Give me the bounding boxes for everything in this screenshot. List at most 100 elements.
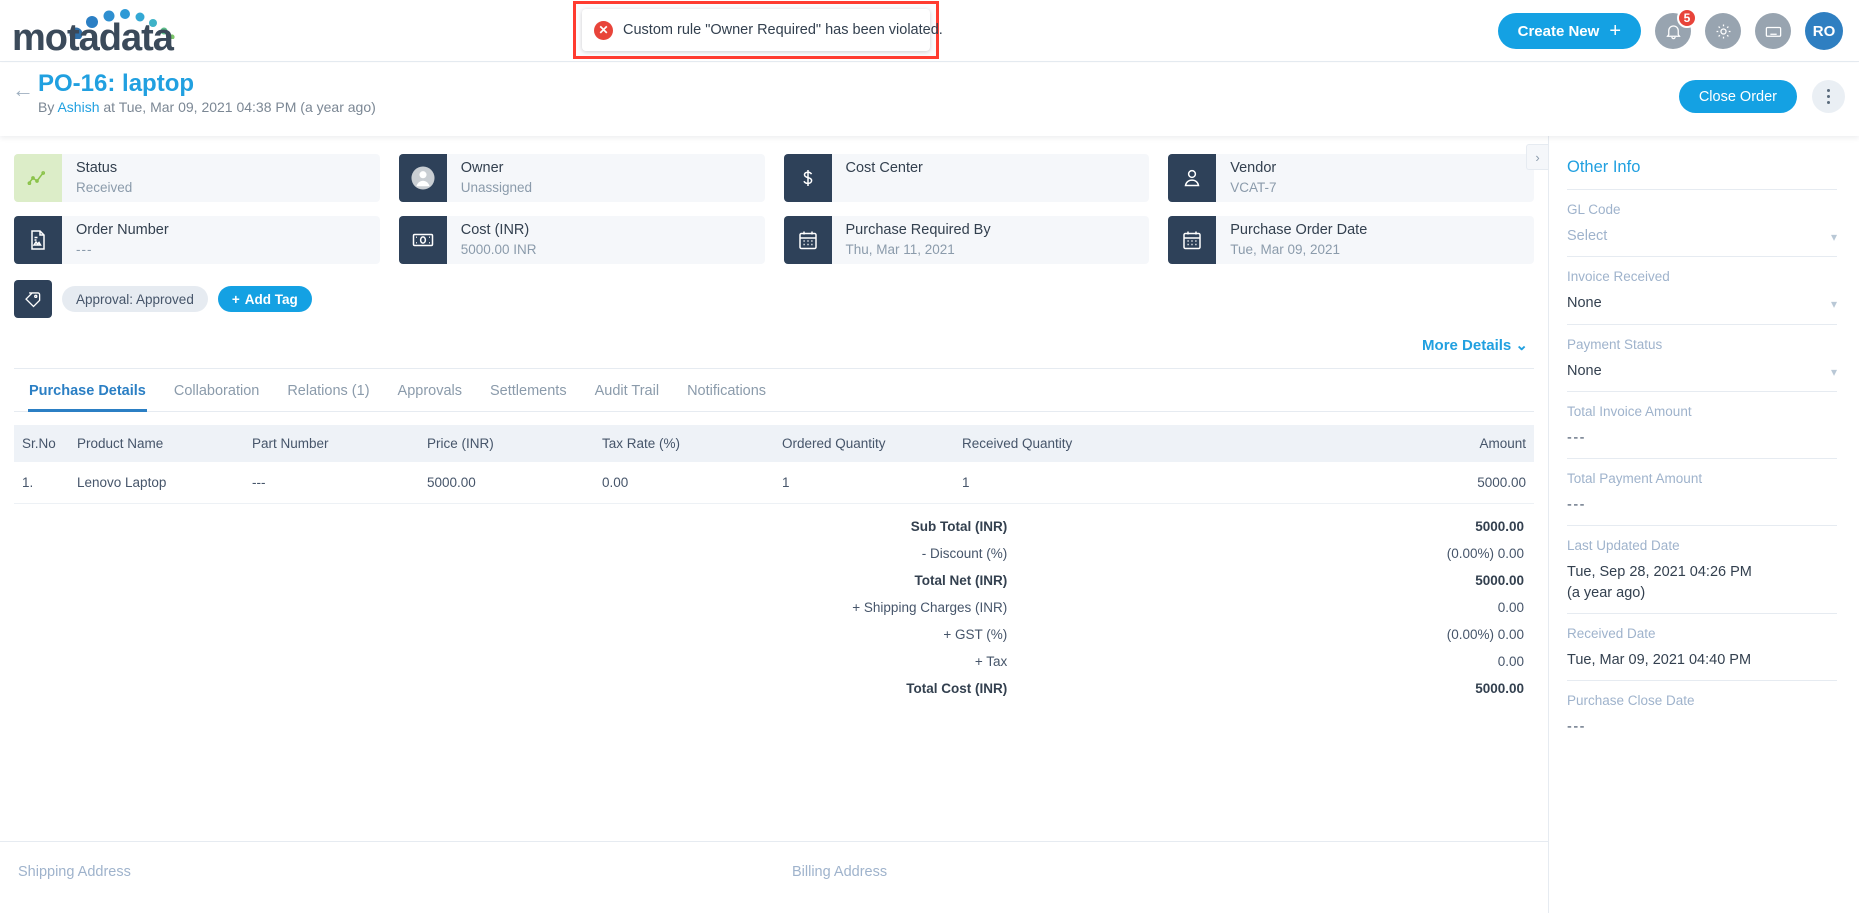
total-row-discount: - Discount (%) (0.00%) 0.00: [16, 541, 1532, 566]
chevron-down-icon: ▾: [1830, 230, 1837, 244]
page-title[interactable]: PO-16: laptop: [38, 70, 194, 98]
field-received-date: Received Date Tue, Mar 09, 2021 04:40 PM: [1567, 613, 1837, 680]
field-purchase-close-date-value: ---: [1567, 719, 1586, 736]
tab-notifications[interactable]: Notifications: [686, 369, 767, 412]
notifications-badge: 5: [1677, 8, 1697, 28]
purchase-order-page: motadata ✕ Custom rule "Owner Required" …: [0, 0, 1859, 913]
tag-chip-approval[interactable]: Approval: Approved: [62, 286, 208, 312]
back-arrow-icon[interactable]: ←: [12, 79, 34, 101]
total-label-discount: - Discount (%): [921, 546, 1008, 561]
kebab-dot: [1827, 95, 1830, 98]
keyboard-shortcuts-button[interactable]: [1755, 13, 1791, 49]
field-gl-code[interactable]: GL Code Select ▾: [1567, 189, 1837, 256]
total-value-discount: (0.00%) 0.00: [1446, 546, 1524, 561]
card-purchase-order-date-value: Tue, Mar 09, 2021: [1230, 241, 1341, 257]
card-vendor[interactable]: Vendor VCAT-7: [1168, 154, 1534, 202]
field-gl-code-value-row[interactable]: Select ▾: [1567, 226, 1837, 246]
card-status-value: Received: [76, 179, 133, 195]
field-gl-code-value: Select: [1567, 228, 1608, 244]
plus-icon: +: [231, 291, 240, 307]
create-new-button[interactable]: Create New +: [1497, 13, 1641, 49]
motadata-logo[interactable]: motadata: [10, 5, 260, 59]
money-note-icon: [398, 216, 447, 264]
total-row-total-cost: Total Cost (INR) 5000.00: [16, 676, 1532, 701]
field-invoice-received-value: None: [1567, 295, 1602, 312]
card-order-number[interactable]: Order Number ---: [14, 216, 380, 264]
page-subtitle-prefix: By: [38, 99, 58, 115]
user-avatar[interactable]: RO: [1805, 12, 1843, 50]
field-last-updated-date-value: Tue, Sep 28, 2021 04:26 PM (a year ago): [1567, 564, 1752, 601]
field-total-invoice-amount-label: Total Invoice Amount: [1567, 403, 1692, 419]
other-info-panel: Other Info GL Code Select ▾ Invoice Rece…: [1548, 136, 1859, 913]
top-bar-actions: Create New + 5 RO: [1497, 0, 1843, 62]
card-status[interactable]: Status Received: [14, 154, 380, 202]
line-items-table: Sr.No Product Name Part Number Price (IN…: [14, 425, 1534, 504]
violation-banner: ✕ Custom rule "Owner Required" has been …: [582, 9, 943, 51]
card-purchase-required-by[interactable]: Purchase Required By Thu, Mar 11, 2021: [783, 216, 1150, 264]
page-subtitle-user[interactable]: Ashish: [57, 99, 99, 115]
chevron-down-icon: ⌄: [1515, 337, 1528, 354]
total-value-gst: (0.00%) 0.00: [1446, 627, 1524, 642]
field-payment-status[interactable]: Payment Status None ▾: [1567, 323, 1837, 391]
other-info-title: Other Info: [1567, 158, 1641, 176]
col-received-quantity: Received Quantity: [954, 425, 1184, 462]
field-total-invoice-amount-value: ---: [1567, 429, 1586, 446]
total-label-shipping: + Shipping Charges (INR): [852, 600, 1008, 615]
card-owner[interactable]: Owner Unassigned: [398, 154, 765, 202]
tab-collaboration[interactable]: Collaboration: [173, 369, 260, 412]
tag-icon: [14, 280, 52, 318]
plus-icon: +: [1609, 20, 1621, 42]
notifications-button[interactable]: 5: [1655, 8, 1697, 49]
field-invoice-received-label: Invoice Received: [1567, 269, 1670, 285]
total-label-total-net: Total Net (INR): [914, 573, 1008, 588]
more-details-toggle[interactable]: More Details ⌄: [0, 336, 1528, 354]
create-new-label: Create New: [1517, 22, 1600, 40]
col-tax-rate: Tax Rate (%): [594, 425, 774, 462]
card-purchase-order-date[interactable]: Purchase Order Date Tue, Mar 09, 2021: [1168, 216, 1534, 264]
tab-relations[interactable]: Relations (1): [286, 369, 370, 412]
total-label-gst: + GST (%): [943, 627, 1008, 642]
violation-banner-highlight: ✕ Custom rule "Owner Required" has been …: [573, 1, 943, 59]
detail-tabs: Purchase Details Collaboration Relations…: [14, 369, 1534, 412]
info-cards-grid: Status Received Owner Unassigned Cost Ce…: [0, 136, 1548, 264]
close-order-button[interactable]: Close Order: [1678, 80, 1797, 113]
tab-purchase-details[interactable]: Purchase Details: [28, 369, 147, 412]
field-payment-status-value: None: [1567, 362, 1602, 379]
field-invoice-received[interactable]: Invoice Received None ▾: [1567, 256, 1837, 323]
card-purchase-order-date-label: Purchase Order Date: [1230, 222, 1368, 238]
card-owner-value: Unassigned: [460, 179, 533, 195]
total-label-sub-total: Sub Total (INR): [910, 519, 1008, 534]
violation-banner-message: Custom rule "Owner Required" has been vi…: [623, 22, 943, 38]
calendar-icon: [783, 216, 832, 264]
field-payment-status-label: Payment Status: [1567, 336, 1663, 352]
billing-address-block: Billing Address: [774, 864, 1548, 913]
card-cost-center[interactable]: Cost Center: [783, 154, 1150, 202]
col-price: Price (INR): [419, 425, 594, 462]
field-total-payment-amount-label: Total Payment Amount: [1567, 471, 1703, 487]
field-last-updated-date-label: Last Updated Date: [1567, 538, 1680, 554]
page-subtitle: By Ashish at Tue, Mar 09, 2021 04:38 PM …: [38, 99, 376, 115]
tab-settlements[interactable]: Settlements: [489, 369, 568, 412]
card-cost[interactable]: Cost (INR) 5000.00 INR: [398, 216, 765, 264]
gear-icon: [1716, 24, 1730, 38]
add-tag-button[interactable]: + Add Tag: [217, 286, 312, 312]
field-received-date-value: Tue, Mar 09, 2021 04:40 PM: [1567, 652, 1752, 669]
card-vendor-label: Vendor: [1230, 160, 1277, 176]
tab-approvals[interactable]: Approvals: [397, 369, 463, 412]
total-value-total-cost: 5000.00: [1475, 681, 1524, 696]
total-row-total-net: Total Net (INR) 5000.00: [16, 568, 1532, 593]
card-status-label: Status: [76, 160, 118, 176]
panel-collapse-toggle[interactable]: ›: [1526, 144, 1548, 170]
col-amount: Amount: [1184, 425, 1534, 462]
col-part-number: Part Number: [244, 425, 419, 462]
tab-audit-trail[interactable]: Audit Trail: [594, 369, 660, 412]
field-invoice-received-value-row[interactable]: None ▾: [1567, 293, 1837, 313]
total-value-tax: 0.00: [1497, 654, 1524, 669]
settings-button[interactable]: [1705, 13, 1741, 49]
field-payment-status-value-row[interactable]: None ▾: [1567, 361, 1837, 381]
table-header: Sr.No Product Name Part Number Price (IN…: [14, 425, 1534, 462]
table-row[interactable]: 1. Lenovo Laptop --- 5000.00 0.00 1 1 50…: [14, 462, 1534, 504]
field-purchase-close-date-label: Purchase Close Date: [1567, 693, 1695, 709]
table-header-row: Sr.No Product Name Part Number Price (IN…: [14, 425, 1534, 462]
more-vertical-icon[interactable]: [1812, 80, 1845, 113]
